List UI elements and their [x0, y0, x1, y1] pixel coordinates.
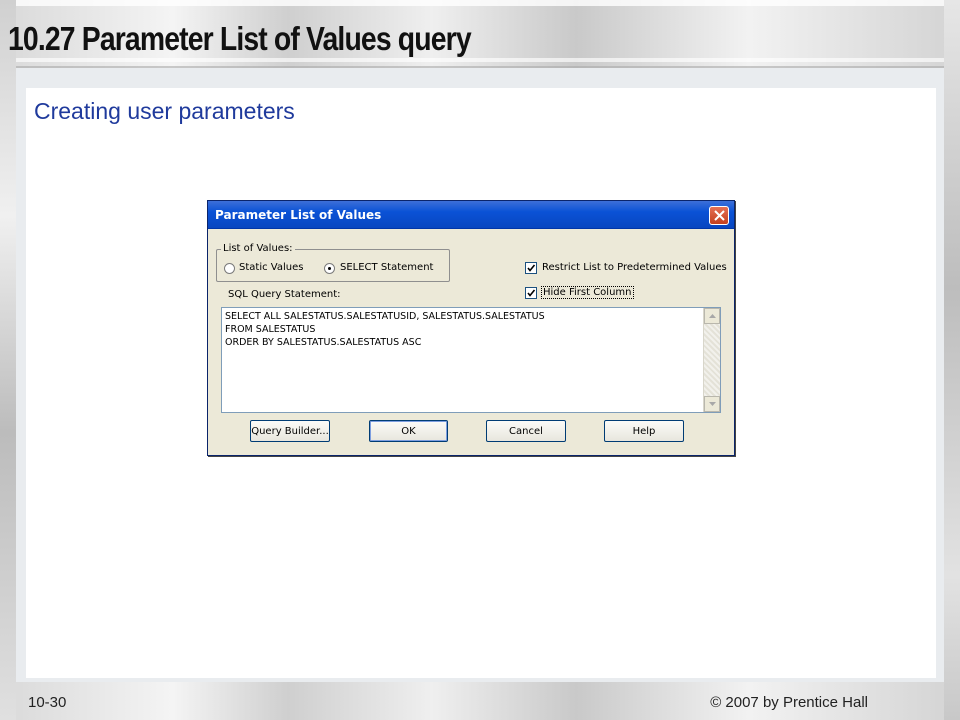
- checkmark-icon: [527, 289, 536, 297]
- help-button[interactable]: Help: [604, 420, 684, 442]
- background-edge: [944, 0, 960, 720]
- static-values-radio[interactable]: [224, 263, 235, 274]
- select-statement-label[interactable]: SELECT Statement: [340, 262, 433, 273]
- arrow-down-icon: [708, 402, 716, 406]
- checkmark-icon: [527, 264, 536, 272]
- background-streak: [0, 58, 960, 62]
- dialog-title: Parameter List of Values: [215, 208, 382, 222]
- select-statement-radio[interactable]: [324, 263, 335, 274]
- parameter-list-dialog: Parameter List of Values List of Values:…: [207, 200, 735, 456]
- sql-query-label: SQL Query Statement:: [228, 289, 341, 300]
- ok-button[interactable]: OK: [369, 420, 448, 442]
- scroll-down-button[interactable]: [704, 396, 720, 412]
- hide-first-column-label[interactable]: Hide First Column: [541, 286, 634, 299]
- query-builder-button[interactable]: Query Builder...: [250, 420, 330, 442]
- close-icon: [713, 210, 725, 221]
- restrict-list-checkbox[interactable]: [525, 262, 537, 274]
- list-of-values-label: List of Values:: [221, 243, 295, 254]
- dialog-titlebar[interactable]: Parameter List of Values: [208, 201, 734, 229]
- cancel-button[interactable]: Cancel: [486, 420, 566, 442]
- background-streak: [0, 0, 960, 6]
- scroll-up-button[interactable]: [704, 308, 720, 324]
- radio-selected-dot: [328, 267, 331, 270]
- close-button[interactable]: [709, 206, 729, 225]
- slide-number: 10-30: [28, 694, 67, 711]
- hide-first-column-checkbox[interactable]: [525, 287, 537, 299]
- background-edge: [0, 0, 16, 720]
- sql-line: SELECT ALL SALESTATUS.SALESTATUSID, SALE…: [225, 311, 545, 322]
- sql-query-textarea[interactable]: SELECT ALL SALESTATUS.SALESTATUSID, SALE…: [221, 307, 721, 413]
- slide-title: 10.27 Parameter List of Values query: [8, 20, 472, 57]
- arrow-up-icon: [708, 314, 716, 318]
- static-values-label[interactable]: Static Values: [239, 262, 303, 273]
- copyright-notice: © 2007 by Prentice Hall: [710, 694, 868, 711]
- sql-line: FROM SALESTATUS: [225, 324, 316, 335]
- slide-subtitle: Creating user parameters: [34, 98, 295, 124]
- vertical-scrollbar[interactable]: [703, 308, 720, 412]
- restrict-list-label[interactable]: Restrict List to Predetermined Values: [542, 262, 727, 273]
- sql-line: ORDER BY SALESTATUS.SALESTATUS ASC: [225, 337, 422, 348]
